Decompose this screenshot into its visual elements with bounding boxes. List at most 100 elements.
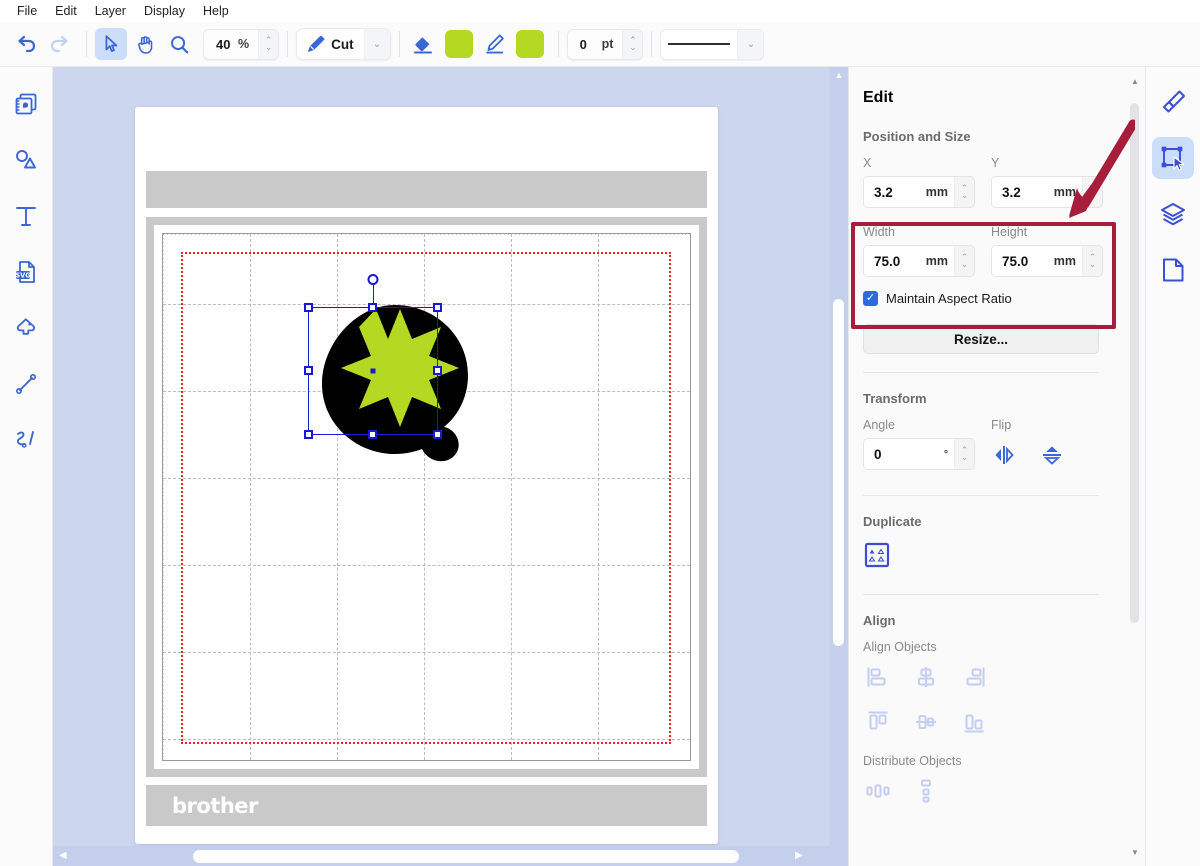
resize-handle-n[interactable]	[368, 303, 377, 312]
angle-input[interactable]: 0 ° ⌃ ⌄	[863, 438, 975, 470]
flip-horizontal-icon	[995, 446, 1014, 464]
sidebar-item-freehand[interactable]	[5, 419, 47, 461]
align-top-button[interactable]	[865, 709, 891, 740]
stroke-width-value: 0	[579, 36, 587, 52]
sidebar-item-text[interactable]	[5, 195, 47, 237]
zoom-tool-button[interactable]	[163, 28, 195, 60]
chevron-down-icon[interactable]: ⌄	[363, 29, 390, 59]
width-stepper[interactable]: ⌃ ⌄	[954, 246, 974, 276]
distribute-horizontal-button[interactable]	[865, 778, 891, 809]
cut-mode-label: Cut	[331, 36, 354, 52]
sticker-pattern-icon	[15, 93, 37, 115]
flip-vertical-button[interactable]	[1039, 442, 1065, 473]
layers-button[interactable]	[1152, 193, 1194, 235]
toolbar-divider-3	[398, 31, 400, 57]
height-unit: mm	[1053, 254, 1076, 268]
horizontal-scroll-thumb[interactable]	[193, 850, 739, 863]
pan-tool-button[interactable]	[129, 28, 161, 60]
x-stepper[interactable]: ⌃ ⌄	[954, 177, 974, 207]
width-input[interactable]: 75.0 mm ⌃ ⌄	[863, 245, 975, 277]
select-tool-button[interactable]	[95, 28, 127, 60]
panel-scroll-down-icon[interactable]: ▼	[1131, 848, 1139, 857]
sidebar-item-patterns[interactable]	[5, 83, 47, 125]
height-stepper[interactable]: ⌃ ⌄	[1082, 246, 1102, 276]
sidebar-item-stamp[interactable]	[5, 307, 47, 349]
menu-item-edit[interactable]: Edit	[46, 1, 86, 21]
menu-item-file[interactable]: File	[8, 1, 46, 21]
distribute-vertical-button[interactable]	[913, 778, 939, 809]
fill-color-button[interactable]	[408, 28, 440, 60]
canvas-vertical-scrollbar[interactable]: ▲ ▼	[830, 67, 848, 866]
scroll-up-arrow-icon[interactable]: ▲	[835, 67, 844, 83]
flip-vertical-icon	[1043, 446, 1061, 465]
cut-mode-dropdown[interactable]: Cut ⌄	[296, 28, 391, 60]
selection-box[interactable]	[304, 274, 442, 439]
resize-handle-ne[interactable]	[433, 303, 442, 312]
line-style-dropdown[interactable]: ⌄	[660, 28, 765, 60]
chevron-down-icon[interactable]: ⌄	[737, 29, 764, 59]
mat-brand-band: brother	[146, 785, 707, 826]
fill-color-swatch[interactable]	[444, 30, 473, 58]
edit-select-button[interactable]	[1152, 137, 1194, 179]
zoom-level-stepper[interactable]: ⌃ ⌄	[258, 29, 279, 59]
height-input[interactable]: 75.0 mm ⌃ ⌄	[991, 245, 1103, 277]
stroke-width-stepper[interactable]: ⌃ ⌄	[622, 29, 643, 59]
sidebar-item-shapes[interactable]	[5, 139, 47, 181]
resize-handle-s[interactable]	[368, 430, 377, 439]
menu-item-display[interactable]: Display	[135, 1, 194, 21]
brush-properties-button[interactable]	[1152, 81, 1194, 123]
undo-button[interactable]	[10, 28, 42, 60]
y-input[interactable]: 3.2 mm ⌃ ⌄	[991, 176, 1103, 208]
duplicate-button[interactable]	[863, 541, 1123, 574]
mat-body	[146, 217, 707, 777]
mat-paper: brother	[135, 107, 718, 844]
angle-unit: °	[944, 448, 948, 460]
app-window: File Edit Layer Display Help 40 % ⌃ ⌄ Cu…	[0, 0, 1200, 866]
resize-handle-sw[interactable]	[304, 430, 313, 439]
vertical-scroll-thumb[interactable]	[833, 299, 844, 646]
document-page-button[interactable]	[1152, 249, 1194, 291]
maintain-aspect-ratio-checkbox[interactable]	[863, 291, 878, 306]
resize-handle-e[interactable]	[433, 366, 442, 375]
divider-2	[863, 495, 1099, 496]
angle-stepper[interactable]: ⌃ ⌄	[954, 439, 974, 469]
scroll-right-arrow-icon[interactable]: ▶	[795, 850, 803, 861]
redo-button[interactable]	[44, 28, 76, 60]
rotation-handle[interactable]	[367, 274, 379, 285]
zoom-level-field[interactable]: 40 % ⌃ ⌄	[203, 28, 280, 60]
panel-scroll-thumb[interactable]	[1130, 103, 1139, 623]
align-right-button[interactable]	[961, 664, 987, 695]
resize-handle-w[interactable]	[304, 366, 313, 375]
flip-horizontal-button[interactable]	[991, 442, 1017, 473]
canvas-area[interactable]: brother ▲ ▼	[53, 67, 848, 866]
x-input[interactable]: 3.2 mm ⌃ ⌄	[863, 176, 975, 208]
resize-handle-se[interactable]	[433, 430, 442, 439]
align-objects-label: Align Objects	[863, 640, 937, 654]
y-stepper[interactable]: ⌃ ⌄	[1082, 177, 1102, 207]
line-color-button[interactable]	[479, 28, 511, 60]
panel-scrollbar[interactable]: ▲ ▼	[1129, 77, 1141, 857]
sidebar-item-svg[interactable]: SVG	[5, 251, 47, 293]
align-middle-vertical-icon	[916, 715, 936, 729]
align-center-horizontal-button[interactable]	[913, 664, 939, 695]
sidebar-item-line[interactable]	[5, 363, 47, 405]
edit-select-icon	[1161, 146, 1185, 171]
menu-item-help[interactable]: Help	[194, 1, 238, 21]
scroll-left-arrow-icon[interactable]: ◀	[59, 850, 67, 861]
line-color-swatch[interactable]	[515, 30, 544, 58]
line-draw-icon	[15, 373, 37, 395]
panel-scroll-up-icon[interactable]: ▲	[1131, 77, 1139, 86]
stroke-width-field[interactable]: 0 pt ⌃ ⌄	[566, 28, 644, 60]
resize-button[interactable]: Resize...	[863, 324, 1099, 354]
resize-handle-nw[interactable]	[304, 303, 313, 312]
angle-label: Angle	[863, 418, 895, 432]
menu-item-layer[interactable]: Layer	[86, 1, 135, 21]
align-left-button[interactable]	[865, 664, 891, 695]
align-left-icon	[867, 667, 886, 687]
maintain-aspect-ratio-row[interactable]: Maintain Aspect Ratio	[863, 291, 1123, 306]
paint-bucket-icon	[413, 37, 432, 54]
align-bottom-button[interactable]	[961, 709, 987, 740]
align-bottom-icon	[964, 714, 984, 733]
align-middle-vertical-button[interactable]	[913, 709, 939, 740]
shapes-icon	[16, 150, 36, 169]
